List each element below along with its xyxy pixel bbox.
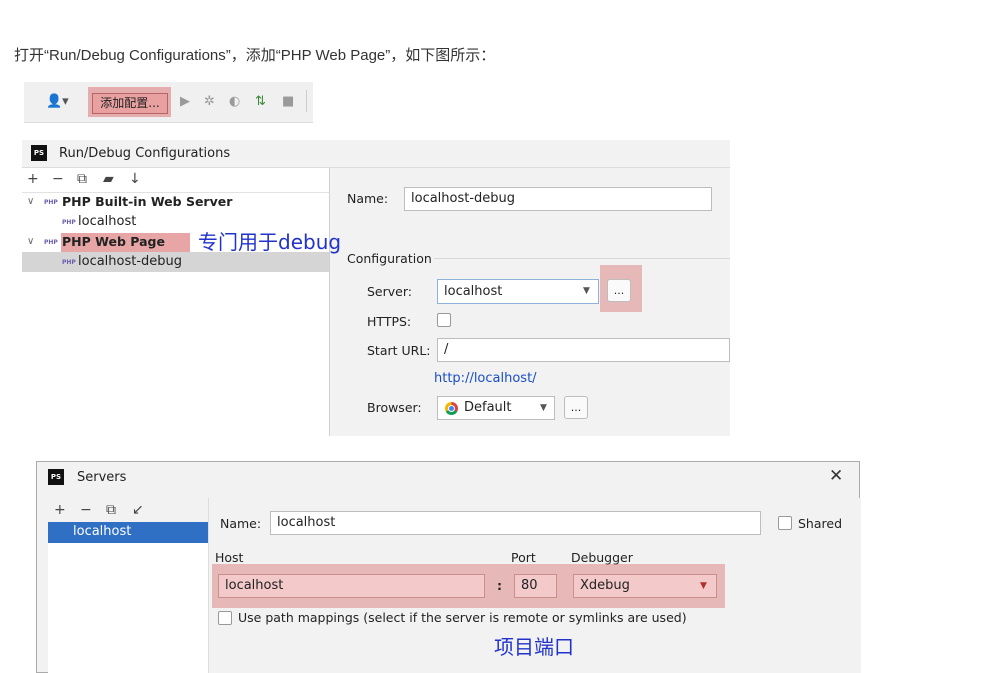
tree-item-localhost-debug[interactable]: PHP localhost-debug [22,252,329,272]
section-configuration: Configuration [347,251,432,266]
port-label: Port [511,550,536,565]
host-label: Host [215,550,244,565]
list-item-localhost[interactable]: localhost [48,522,208,543]
debugger-select[interactable]: Xdebug ▼ [573,574,717,598]
copy-icon[interactable]: ⧉ [77,171,87,187]
stop-icon[interactable]: ■ [282,94,294,109]
profile-icon[interactable]: ⇅ [255,94,266,109]
name-label: Name: [347,191,389,206]
dropdown-arrow-icon: ▼ [540,403,547,413]
sort-icon[interactable]: ↓ [129,171,141,187]
php-icon: PHP [62,259,76,266]
debugger-value: Xdebug [580,578,630,593]
browser-label: Browser: [367,400,422,415]
divider [306,90,307,112]
path-mappings-label: Use path mappings (select if the server … [238,610,687,625]
tree-toolbar: + − ⧉ ▰ ↓ [22,168,329,193]
phpstorm-logo: PS [48,469,64,485]
php-icon: PHP [44,239,58,246]
servers-dialog: PS Servers ✕ + − ⧉ ↙ localhost Name: loc… [36,461,861,673]
debugger-label: Debugger [571,550,633,565]
shared-label: Shared [798,516,843,531]
server-browse-button[interactable]: ... [607,279,631,302]
user-dropdown-icon[interactable]: 👤▾ [46,94,69,109]
server-list: localhost [48,522,208,673]
run-debug-dialog: PS Run/Debug Configurations + − ⧉ ▰ ↓ ∨ … [22,140,730,436]
copy-icon[interactable]: ⧉ [106,502,116,518]
tree-item-label: PHP Web Page [62,234,165,249]
remove-icon[interactable]: − [52,171,64,187]
dialog-title: Run/Debug Configurations [59,146,231,161]
server-label: Server: [367,284,412,299]
host-field[interactable]: localhost [218,574,485,598]
tree-item-label: localhost-debug [78,254,183,269]
php-icon: PHP [44,199,58,206]
annotation-debug: 专门用于debug [198,230,342,254]
server-list-toolbar: + − ⧉ ↙ [48,498,208,522]
port-field[interactable]: 80 [514,574,557,598]
add-icon[interactable]: + [27,171,39,187]
name-field[interactable]: localhost-debug [404,187,712,211]
folder-icon[interactable]: ▰ [103,171,114,187]
server-value: localhost [444,284,503,299]
server-form: Name: localhost Shared Host Port Debugge… [208,498,861,673]
shared-checkbox[interactable] [778,516,792,530]
dropdown-arrow-icon: ▼ [583,286,590,296]
php-icon: PHP [62,219,76,226]
start-url-field[interactable]: / [437,338,730,362]
chevron-down-icon[interactable]: ∨ [27,196,34,207]
run-toolbar: 👤▾ 添加配置... ▶ ✲ ◐ ⇅ ■ [24,82,313,123]
start-url-label: Start URL: [367,343,431,358]
chevron-down-icon[interactable]: ∨ [27,236,34,247]
close-icon[interactable]: ✕ [829,466,843,486]
intro-text: 打开“Run/Debug Configurations”，添加“PHP Web … [14,47,496,64]
remove-icon[interactable]: − [80,502,92,518]
add-icon[interactable]: + [54,502,66,518]
tree-item-label: localhost [78,214,137,229]
phpstorm-logo: PS [31,145,47,161]
tree-item-label: PHP Built-in Web Server [62,194,233,209]
server-select[interactable]: localhost ▼ [437,279,599,304]
config-form: Name: localhost-debug Configuration Serv… [330,168,730,436]
divider [434,258,730,259]
add-configuration-button[interactable]: 添加配置... [92,93,168,114]
host-port-separator: : [497,578,502,593]
chrome-icon [445,402,458,415]
path-mappings-checkbox[interactable] [218,611,232,625]
import-icon[interactable]: ↙ [132,502,144,518]
tree-item-php-builtin-server[interactable]: ∨ PHP PHP Built-in Web Server [22,192,329,212]
dialog-titlebar: PS Run/Debug Configurations [22,140,730,168]
dropdown-arrow-icon: ▼ [700,581,707,591]
browser-browse-button[interactable]: ... [564,396,588,419]
https-checkbox[interactable] [437,313,451,327]
list-item-label: localhost [73,524,132,539]
url-preview-link[interactable]: http://localhost/ [434,371,537,386]
browser-select[interactable]: Default ▼ [437,396,555,420]
coverage-icon[interactable]: ◐ [229,94,240,109]
browser-value: Default [464,400,512,415]
annotation-port: 项目端口 [494,635,574,659]
name-label: Name: [220,516,262,531]
run-icon[interactable]: ▶ [180,94,190,109]
config-tree-panel: + − ⧉ ▰ ↓ ∨ PHP PHP Built-in Web Server … [22,168,330,436]
debug-icon[interactable]: ✲ [204,94,215,109]
dialog-title: Servers [77,470,127,485]
https-label: HTTPS: [367,314,412,329]
server-name-field[interactable]: localhost [270,511,761,535]
